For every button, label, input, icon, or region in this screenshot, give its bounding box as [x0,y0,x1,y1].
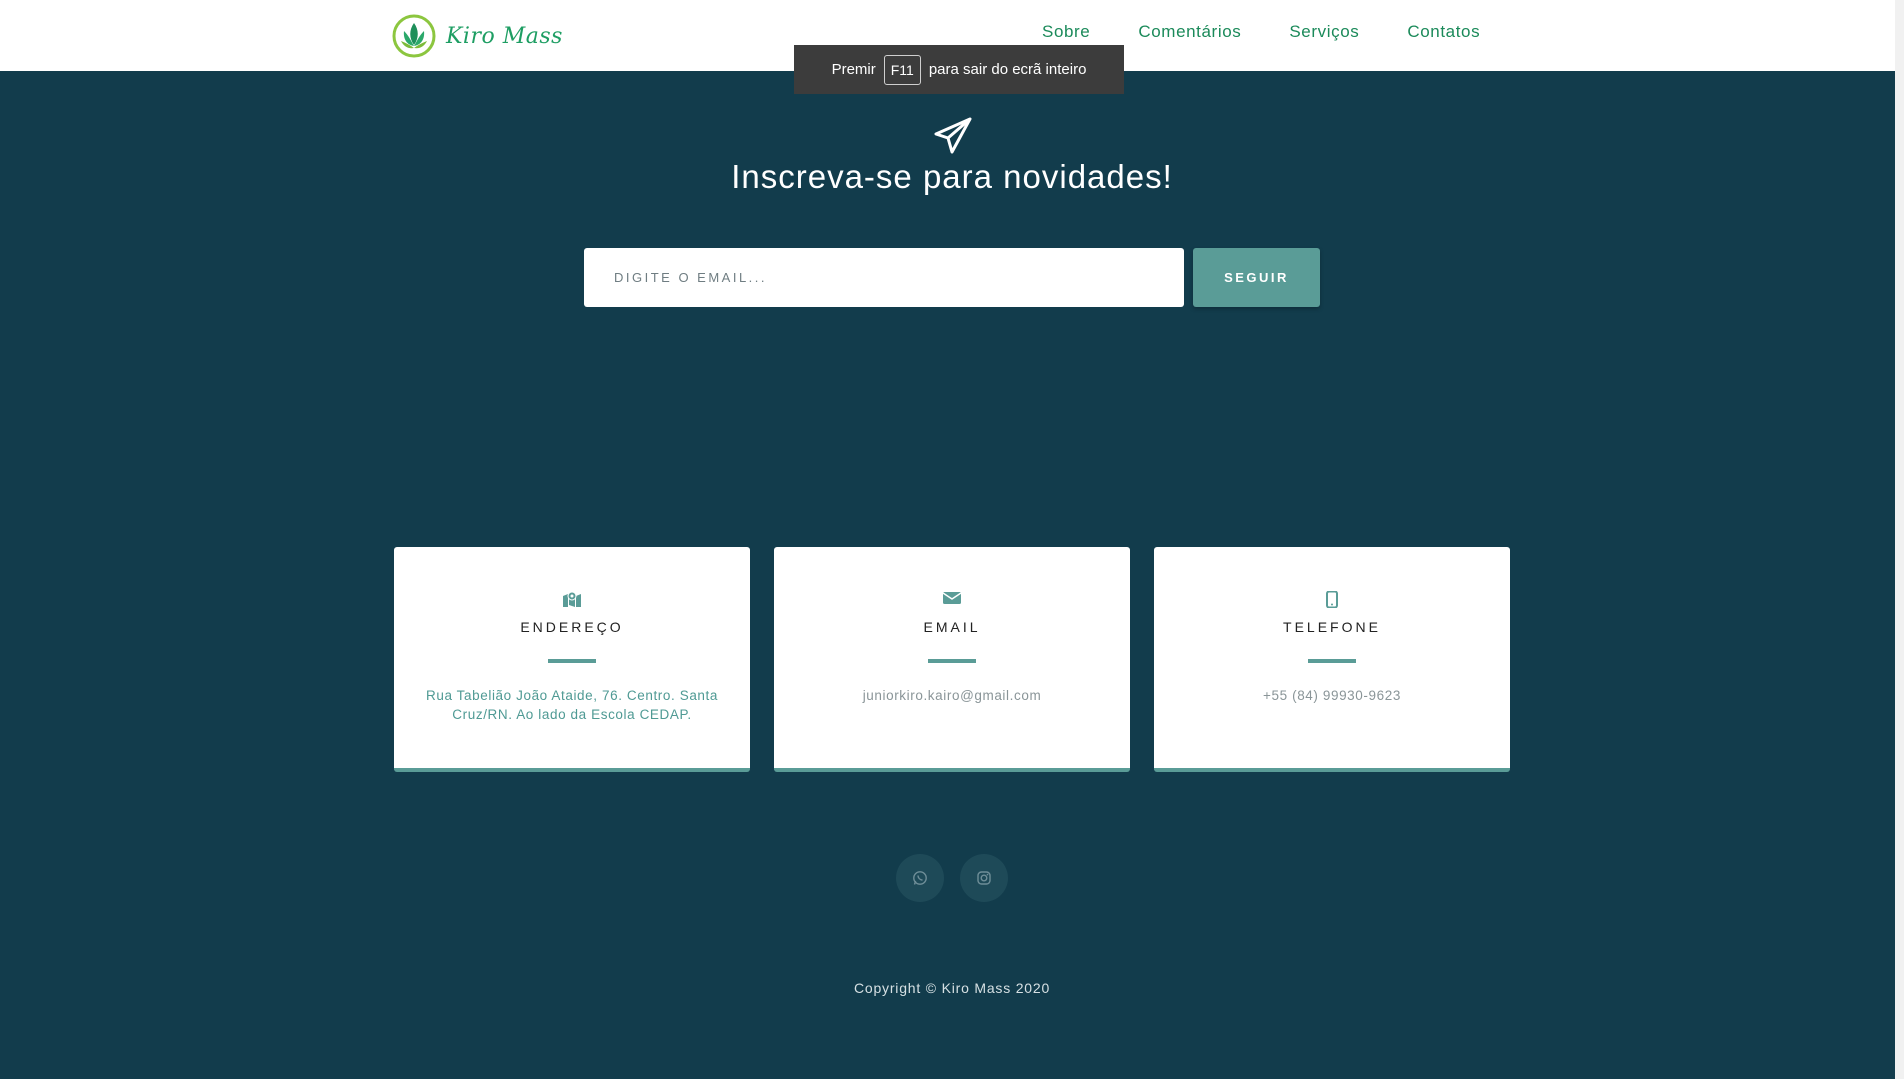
card-divider [1308,659,1356,663]
email-text[interactable]: juniorkiro.kairo@gmail.com [798,686,1106,705]
lotus-logo-icon [392,14,436,58]
phone-card: TELEFONE +55 (84) 99930-9623 [1154,547,1510,772]
address-text: Rua Tabelião João Ataide, 76. Centro. Sa… [426,688,718,722]
instagram-icon [977,871,991,885]
card-divider [928,659,976,663]
whatsapp-icon [913,871,927,885]
envelope-icon [943,592,961,604]
paper-plane-icon [934,117,972,154]
address-title: ENDEREÇO [520,619,624,635]
email-title: EMAIL [923,619,981,635]
notice-text-after: para sair do ecrã inteiro [928,61,1087,78]
notice-text-before: Premir [831,61,876,78]
nav-link-servicos[interactable]: Serviços [1289,22,1359,42]
instagram-button[interactable] [960,854,1008,902]
brand-logo[interactable]: Kiro Mass [392,14,563,58]
copyright-text: Copyright © Kiro Mass 2020 [853,980,1051,996]
nav-link-comentarios[interactable]: Comentários [1138,22,1241,42]
mobile-phone-icon [1326,591,1338,608]
follow-button[interactable]: SEGUIR [1193,248,1320,307]
phone-text[interactable]: +55 (84) 99930-9623 [1178,686,1486,705]
nav-link-contatos[interactable]: Contatos [1407,22,1480,42]
f11-key-badge: F11 [883,54,921,85]
card-divider [548,659,596,663]
subscribe-headline: Inscreva-se para novidades! [731,158,1173,195]
whatsapp-button[interactable] [896,854,944,902]
phone-title: TELEFONE [1283,619,1381,635]
email-input[interactable] [584,248,1184,307]
fullscreen-exit-notice: Premir F11 para sair do ecrã inteiro [794,45,1124,94]
brand-name[interactable]: Kiro Mass [446,24,563,49]
address-card: ENDEREÇO Rua Tabelião João Ataide, 76. C… [394,547,750,772]
map-marked-icon [563,591,581,607]
email-card: EMAIL juniorkiro.kairo@gmail.com [774,547,1130,772]
nav-menu: Sobre Comentários Serviços Contatos [1042,22,1480,42]
nav-link-sobre[interactable]: Sobre [1042,22,1090,42]
